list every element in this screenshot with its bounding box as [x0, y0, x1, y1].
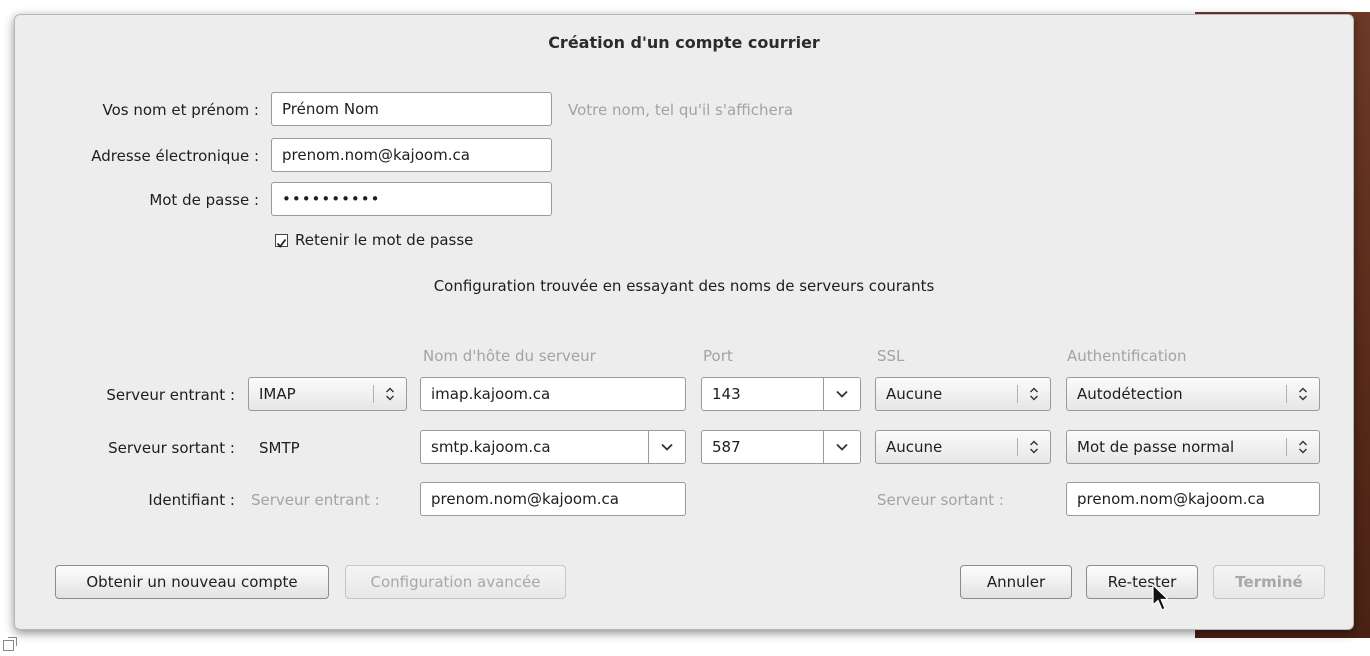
- outgoing-auth-value: Mot de passe normal: [1077, 438, 1235, 456]
- outgoing-hostname-combo[interactable]: smtp.kajoom.ca: [420, 430, 686, 464]
- advanced-config-button[interactable]: Configuration avancée: [345, 565, 566, 599]
- updown-arrows-icon: [374, 378, 406, 410]
- incoming-hostname-input[interactable]: imap.kajoom.ca: [420, 377, 686, 411]
- mouse-pointer-icon: [1152, 583, 1170, 616]
- checkmark-icon: [276, 238, 287, 248]
- incoming-protocol-select[interactable]: IMAP: [248, 377, 407, 411]
- incoming-server-label: Serveur entrant :: [106, 386, 235, 404]
- name-label: Vos nom et prénom :: [102, 101, 259, 119]
- outgoing-auth-select[interactable]: Mot de passe normal: [1066, 430, 1320, 464]
- password-input[interactable]: ••••••••••: [271, 182, 552, 216]
- port-column-header: Port: [703, 347, 733, 365]
- done-button[interactable]: Terminé: [1213, 565, 1325, 599]
- updown-arrows-icon: [1018, 431, 1050, 463]
- outgoing-hostname-value: smtp.kajoom.ca: [431, 438, 551, 456]
- name-input[interactable]: Prénom Nom: [271, 92, 552, 126]
- incoming-ssl-select[interactable]: Aucune: [875, 377, 1051, 411]
- updown-arrows-icon: [1287, 431, 1319, 463]
- auth-column-header: Authentification: [1067, 347, 1187, 365]
- expand-icon[interactable]: [2, 636, 18, 656]
- incoming-auth-value: Autodétection: [1077, 385, 1183, 403]
- name-hint: Votre nom, tel qu'il s'affichera: [568, 101, 794, 119]
- remember-password-label[interactable]: Retenir le mot de passe: [295, 231, 473, 249]
- outgoing-port-value: 587: [712, 438, 741, 456]
- incoming-ssl-value: Aucune: [886, 385, 943, 403]
- incoming-port-value: 143: [712, 385, 741, 403]
- outgoing-ssl-select[interactable]: Aucune: [875, 430, 1051, 464]
- incoming-auth-select[interactable]: Autodétection: [1066, 377, 1320, 411]
- dialog-title: Création d'un compte courrier: [548, 33, 820, 52]
- updown-arrows-icon: [1018, 378, 1050, 410]
- email-input[interactable]: prenom.nom@kajoom.ca: [271, 138, 552, 172]
- hostname-column-header: Nom d'hôte du serveur: [423, 347, 596, 365]
- identity-incoming-input[interactable]: prenom.nom@kajoom.ca: [420, 482, 686, 516]
- identity-incoming-label: Serveur entrant :: [251, 491, 380, 509]
- email-label: Adresse électronique :: [91, 147, 259, 165]
- retest-button[interactable]: Re-tester: [1086, 565, 1198, 599]
- new-account-button[interactable]: Obtenir un nouveau compte: [55, 565, 329, 599]
- chevron-down-icon[interactable]: [823, 378, 860, 410]
- identity-label: Identifiant :: [148, 491, 235, 509]
- identity-outgoing-label: Serveur sortant :: [877, 491, 1004, 509]
- ssl-column-header: SSL: [877, 347, 905, 365]
- outgoing-protocol-value: SMTP: [259, 439, 300, 457]
- updown-arrows-icon: [1287, 378, 1319, 410]
- remember-password-checkbox[interactable]: [275, 234, 288, 248]
- config-status-text: Configuration trouvée en essayant des no…: [433, 277, 935, 295]
- identity-outgoing-input[interactable]: prenom.nom@kajoom.ca: [1066, 482, 1320, 516]
- incoming-protocol-value: IMAP: [259, 385, 296, 403]
- incoming-port-combo[interactable]: 143: [701, 377, 861, 411]
- chevron-down-icon[interactable]: [823, 431, 860, 463]
- outgoing-ssl-value: Aucune: [886, 438, 943, 456]
- password-label: Mot de passe :: [149, 191, 259, 209]
- account-setup-dialog: Création d'un compte courrier Vos nom et…: [14, 14, 1354, 630]
- chevron-down-icon[interactable]: [648, 431, 685, 463]
- outgoing-port-combo[interactable]: 587: [701, 430, 861, 464]
- cancel-button[interactable]: Annuler: [960, 565, 1072, 599]
- outgoing-server-label: Serveur sortant :: [108, 439, 235, 457]
